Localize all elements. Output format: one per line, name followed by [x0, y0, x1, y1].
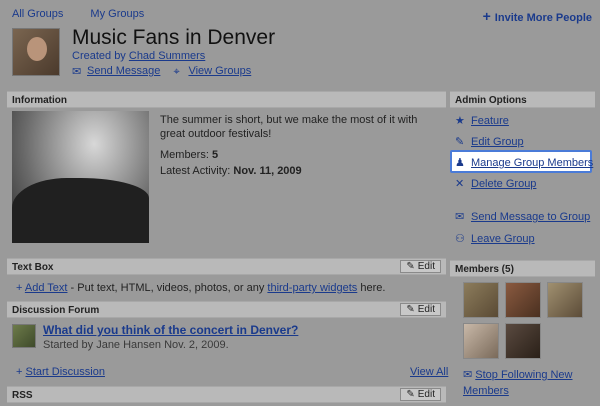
group-avatar	[12, 28, 60, 76]
star-icon: ★	[455, 115, 465, 127]
plus-icon: +	[16, 282, 25, 294]
third-party-widgets-link[interactable]: third-party widgets	[267, 282, 357, 294]
my-groups-link[interactable]: My Groups	[90, 8, 144, 20]
text-box-header: Text Box ✎ Edit	[7, 258, 446, 275]
envelope-icon: ✉	[455, 211, 465, 223]
pencil-icon: ✎	[455, 136, 465, 148]
creator-link[interactable]: Chad Summers	[129, 50, 205, 62]
view-all-link[interactable]: View All	[410, 366, 448, 378]
admin-options-header: Admin Options	[450, 91, 595, 108]
group-photo	[12, 111, 149, 243]
discussion-forum-header: Discussion Forum ✎ Edit	[7, 301, 446, 318]
delete-group-link[interactable]: ✕ Delete Group	[455, 177, 536, 190]
discussion-topic-link[interactable]: What did you think of the concert in Den…	[43, 323, 298, 337]
person-icon: ♟	[455, 157, 465, 169]
pencil-icon: ✎	[406, 389, 415, 400]
binoculars-icon: ⌖	[173, 66, 180, 78]
feature-link[interactable]: ★ Feature	[455, 114, 509, 127]
view-groups-link[interactable]: ⌖ View Groups	[173, 65, 251, 78]
envelope-icon: ✉	[463, 369, 476, 381]
stop-following-link[interactable]: ✉ Stop Following New Members	[463, 367, 573, 399]
send-message-link[interactable]: ✉ Send Message	[72, 65, 160, 78]
discussion-edit-button[interactable]: ✎ Edit	[400, 303, 441, 316]
start-discussion-link[interactable]: + Start Discussion	[16, 366, 105, 378]
leave-group-link[interactable]: ⚇ Leave Group	[455, 232, 535, 245]
pencil-icon: ✎	[406, 304, 415, 315]
rss-edit-button[interactable]: ✎ Edit	[400, 388, 441, 401]
invite-more-people-button[interactable]: + Invite More People	[483, 8, 592, 24]
close-icon: ✕	[455, 178, 465, 190]
member-thumbnail[interactable]	[463, 323, 499, 359]
member-thumbnail[interactable]	[505, 323, 541, 359]
manage-group-members-link[interactable]: ♟ Manage Group Members	[455, 156, 593, 169]
plus-icon: +	[482, 8, 491, 24]
member-thumbnail[interactable]	[463, 282, 499, 318]
avatar	[12, 324, 36, 348]
group-description: The summer is short, but we make the mos…	[160, 114, 418, 140]
people-icon: ⚇	[455, 233, 465, 245]
envelope-icon: ✉	[72, 66, 82, 78]
text-box-edit-button[interactable]: ✎ Edit	[400, 260, 441, 273]
discussion-meta: Started by Jane Hansen Nov. 2, 2009.	[43, 339, 229, 351]
add-text-link[interactable]: Add Text	[25, 282, 68, 294]
pencil-icon: ✎	[406, 261, 415, 272]
information-header: Information	[7, 91, 446, 108]
group-actions: ✉ Send Message ⌖ View Groups	[72, 65, 261, 78]
top-nav: All Groups My Groups	[12, 8, 168, 20]
members-count: Members: 5	[160, 149, 219, 161]
latest-activity: Latest Activity: Nov. 11, 2009	[160, 165, 302, 177]
text-box-content: + Add Text - Put text, HTML, videos, pho…	[16, 282, 386, 294]
edit-group-link[interactable]: ✎ Edit Group	[455, 135, 524, 148]
members-header: Members (5)	[450, 260, 595, 277]
rss-header: RSS ✎ Edit	[7, 386, 446, 403]
all-groups-link[interactable]: All Groups	[12, 8, 63, 20]
page-title: Music Fans in Denver	[72, 26, 276, 49]
send-message-to-group-link[interactable]: ✉ Send Message to Group	[455, 210, 590, 223]
created-by: Created by Chad Summers	[72, 50, 206, 62]
member-thumbnail[interactable]	[505, 282, 541, 318]
member-thumbnail[interactable]	[547, 282, 583, 318]
